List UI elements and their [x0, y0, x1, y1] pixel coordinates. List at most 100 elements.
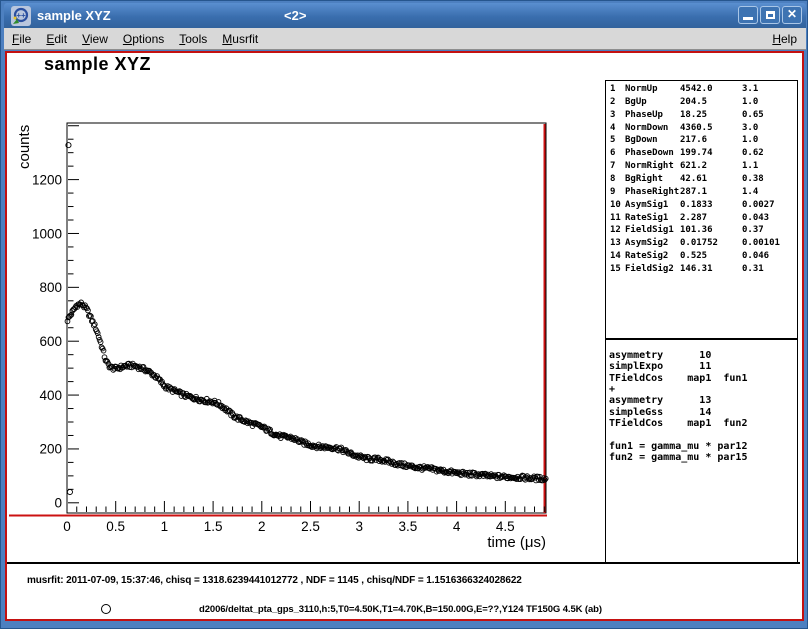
minimize-button[interactable]	[738, 6, 758, 24]
x-tick-label: 1.5	[204, 519, 223, 534]
parameter-name: BgUp	[625, 96, 647, 109]
x-tick-label: 0	[63, 519, 71, 534]
parameter-err: 3.0	[742, 122, 758, 135]
parameter-row: 1 NormUp 4542.0 3.1	[606, 83, 797, 96]
parameter-val: 2.287	[680, 212, 707, 225]
parameter-num: 1	[610, 83, 615, 96]
parameter-err: 0.62	[742, 147, 764, 160]
parameter-num: 2	[610, 96, 615, 109]
parameter-row: 15FieldSig2146.310.31	[606, 263, 797, 276]
parameter-name: FieldSig2	[625, 263, 674, 276]
x-axis-title: time (μs)	[487, 534, 546, 551]
parameter-val: 0.1833	[680, 199, 713, 212]
application-window: ++ sample XYZ <2> ✕ File Edit View Options T…	[0, 0, 808, 629]
parameter-num: 9	[610, 186, 615, 199]
parameter-row: 2BgUp204.51.0	[606, 96, 797, 109]
run-title-line: d2006/deltat_pta_gps_3110,h:5,T0=4.50K,T…	[199, 604, 599, 615]
parameter-row: 6PhaseDown199.740.62	[606, 147, 797, 160]
close-icon: ✕	[787, 7, 797, 21]
parameter-err: 1.0	[742, 134, 758, 147]
root-app-icon[interactable]: ++	[11, 6, 31, 26]
x-tick-label: 3	[355, 519, 363, 534]
menu-item-musrfit[interactable]: Musrfit	[222, 32, 258, 46]
parameter-name: PhaseUp	[625, 109, 663, 122]
y-tick-label: 800	[39, 280, 62, 295]
theory-lines: asymmetry 10 simplExpo 11 TFieldCos map1…	[609, 350, 747, 463]
parameter-name: NormUp	[625, 83, 658, 96]
title-bar[interactable]: ++ sample XYZ <2> ✕	[4, 3, 806, 28]
info-pad-separator	[7, 562, 800, 564]
y-tick-label: 200	[39, 442, 62, 457]
menu-item-help[interactable]: Help	[772, 32, 797, 46]
parameter-val: 101.36	[680, 224, 713, 237]
theory-box: asymmetry 10 simplExpo 11 TFieldCos map1…	[605, 339, 798, 564]
x-tick-label: 2	[258, 519, 266, 534]
y-tick-label: 400	[39, 388, 62, 403]
maximize-button[interactable]	[760, 6, 780, 24]
parameter-name: NormDown	[625, 122, 668, 135]
parameter-name: BgRight	[625, 173, 663, 186]
parameter-row: 12FieldSig1101.360.37	[606, 224, 797, 237]
parameter-val: 199.74	[680, 147, 713, 160]
parameter-err: 1.4	[742, 186, 758, 199]
parameter-name: PhaseDown	[625, 147, 674, 160]
parameter-val: 4542.0	[680, 83, 713, 96]
parameter-name: NormRight	[625, 160, 674, 173]
menu-item-edit[interactable]: Edit	[46, 32, 67, 46]
parameter-row: 3 PhaseUp 18.25 0.65	[606, 109, 797, 122]
data-point	[67, 489, 72, 494]
root-canvas[interactable]: sample XYZ 02004006008001000120000.511.5…	[5, 51, 804, 621]
parameter-num: 3	[610, 109, 615, 122]
parameter-num: 15	[610, 263, 621, 276]
fit-info-line: musrfit: 2011-07-09, 15:37:46, chisq = 1…	[27, 575, 522, 586]
parameter-val: 217.6	[680, 134, 707, 147]
parameter-name: BgDown	[625, 134, 658, 147]
x-tick-label: 1	[161, 519, 169, 534]
parameter-err: 0.65	[742, 109, 764, 122]
menu-item-file[interactable]: File	[12, 32, 31, 46]
x-tick-label: 4.5	[496, 519, 515, 534]
parameter-num: 13	[610, 237, 621, 250]
parameter-num: 12	[610, 224, 621, 237]
x-tick-label: 3.5	[399, 519, 418, 534]
parameter-val: 204.5	[680, 96, 707, 109]
parameter-val: 0.01752	[680, 237, 718, 250]
parameter-num: 5	[610, 134, 615, 147]
parameter-err: 0.31	[742, 263, 764, 276]
parameter-row: 4 NormDown 4360.5 3.0	[606, 122, 797, 135]
maximize-icon	[766, 11, 775, 19]
parameter-err: 1.1	[742, 160, 758, 173]
parameter-val: 4360.5	[680, 122, 713, 135]
menu-item-options[interactable]: Options	[123, 32, 164, 46]
menu-item-view[interactable]: View	[82, 32, 108, 46]
parameter-val: 287.1	[680, 186, 707, 199]
parameter-row: 8BgRight42.610.38	[606, 173, 797, 186]
parameter-name: PhaseRight	[625, 186, 679, 199]
parameter-val: 0.525	[680, 250, 707, 263]
parameter-val: 18.25	[680, 109, 707, 122]
menu-item-tools[interactable]: Tools	[179, 32, 207, 46]
parameter-box: 1 NormUp 4542.0 3.1 2 BgUp 204.5 1.0 3 PhaseUp 18.…	[605, 80, 798, 339]
y-tick-label: 1200	[32, 172, 62, 187]
svg-text:++: ++	[16, 11, 26, 20]
parameter-err: 0.046	[742, 250, 769, 263]
parameter-val: 42.61	[680, 173, 707, 186]
parameter-row: 9 PhaseRight287.1 1.4	[606, 186, 797, 199]
parameter-row: 11RateSig12.2870.043	[606, 212, 797, 225]
plot-frame	[67, 123, 546, 513]
parameter-num: 8	[610, 173, 615, 186]
data-point-series	[65, 143, 548, 495]
window-title: sample XYZ	[37, 8, 111, 23]
minimize-icon	[743, 17, 753, 20]
parameter-name: AsymSig1	[625, 199, 668, 212]
parameter-num: 4	[610, 122, 615, 135]
y-tick-label: 0	[54, 496, 62, 511]
parameter-err: 0.37	[742, 224, 764, 237]
parameter-num: 14	[610, 250, 621, 263]
parameter-num: 10	[610, 199, 621, 212]
parameter-err: 3.1	[742, 83, 758, 96]
parameter-row: 14RateSig20.5250.046	[606, 250, 797, 263]
close-button[interactable]: ✕	[782, 6, 802, 24]
menu-bar: File Edit View Options Tools Musrfit Help	[4, 28, 806, 50]
parameter-row: 7NormRight621.21.1	[606, 160, 797, 173]
